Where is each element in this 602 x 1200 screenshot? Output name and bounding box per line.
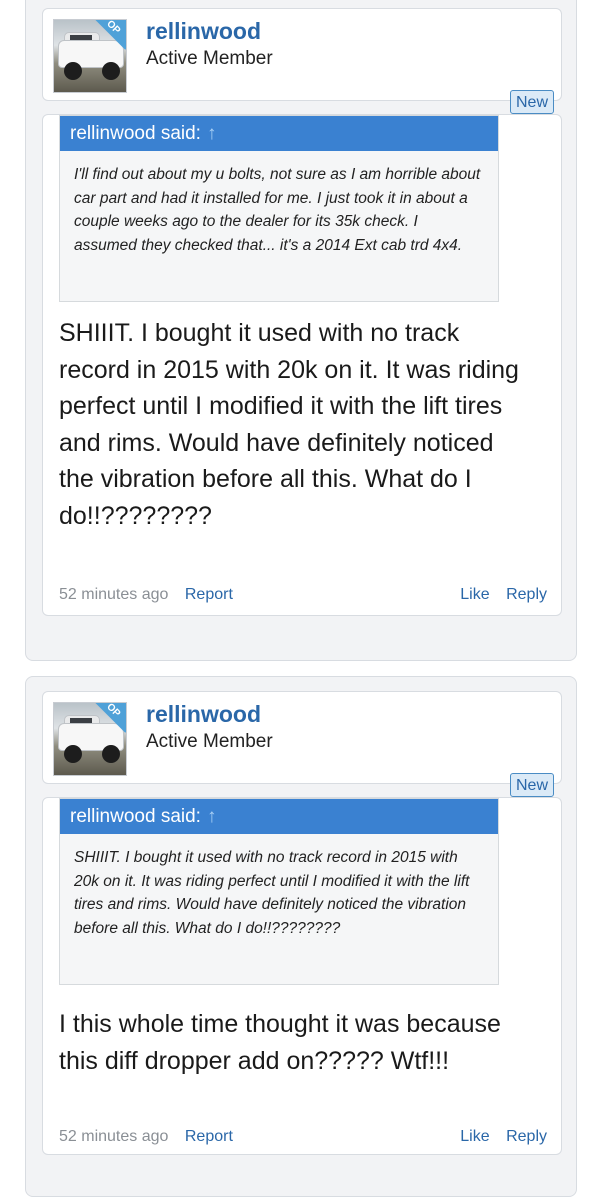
quote-header[interactable]: rellinwood said: ↑ [60,799,498,834]
avatar[interactable]: OP [53,702,127,776]
report-link[interactable]: Report [185,586,233,603]
quote-text: SHIIIT. I bought it used with no track r… [74,849,470,937]
timestamp[interactable]: 52 minutes ago [59,1128,168,1145]
username[interactable]: rellinwood [146,701,261,728]
quote-text: I'll find out about my u bolts, not sure… [74,166,481,254]
post-footer: 52 minutes ago Report Like Reply [59,1128,547,1146]
new-badge: New [510,773,554,797]
quote-block: rellinwood said: ↑ I'll find out about my… [59,115,499,302]
post-text: I this whole time thought it was because… [59,1010,501,1075]
post-2: OP rellinwood Active Member New rellinwo… [25,676,577,1197]
message-body: rellinwood said: ↑ I'll find out about my… [42,114,562,616]
timestamp[interactable]: 52 minutes ago [59,586,168,603]
like-link[interactable]: Like [460,1128,489,1145]
post-footer: 52 minutes ago Report Like Reply [59,586,547,604]
post-text: SHIIIT. I bought it used with no track r… [59,319,519,530]
report-link[interactable]: Report [185,1128,233,1145]
reply-link[interactable]: Reply [506,586,547,603]
quote-author: rellinwood said: [70,123,201,144]
quote-block: rellinwood said: ↑ SHIIIT. I bought it us… [59,798,499,985]
quote-header[interactable]: rellinwood said: ↑ [60,116,498,151]
username[interactable]: rellinwood [146,18,261,45]
new-badge: New [510,90,554,114]
like-link[interactable]: Like [460,586,489,603]
message-body: rellinwood said: ↑ SHIIIT. I bought it us… [42,797,562,1155]
user-title: Active Member [146,731,273,752]
arrow-up-icon[interactable]: ↑ [207,806,217,827]
user-card: OP rellinwood Active Member [42,8,562,101]
post-1: OP rellinwood Active Member New rellinwo… [25,0,577,661]
quote-author: rellinwood said: [70,806,201,827]
arrow-up-icon[interactable]: ↑ [207,123,217,144]
user-card: OP rellinwood Active Member [42,691,562,784]
reply-link[interactable]: Reply [506,1128,547,1145]
user-title: Active Member [146,48,273,69]
avatar[interactable]: OP [53,19,127,93]
